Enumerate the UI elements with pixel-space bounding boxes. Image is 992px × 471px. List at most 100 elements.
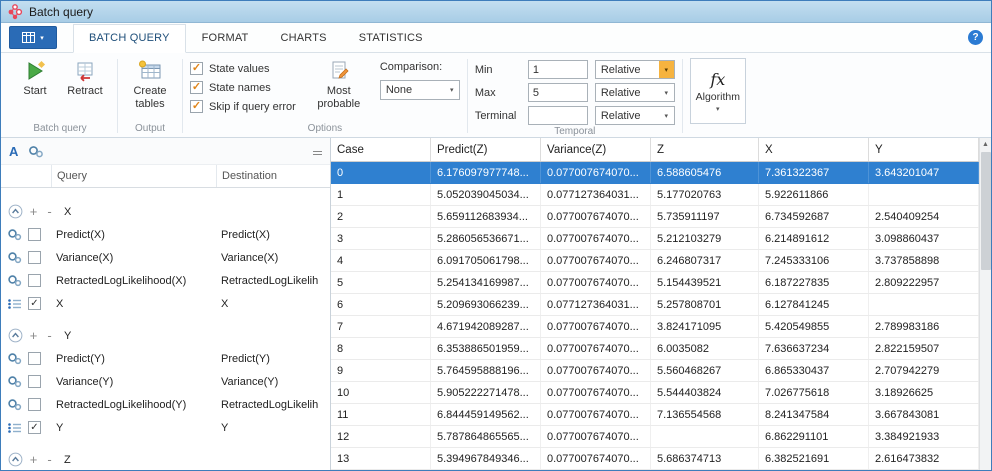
column-header-case[interactable]: Case bbox=[331, 138, 431, 161]
retract-button[interactable]: Retract bbox=[60, 55, 110, 98]
table-row[interactable]: 5 5.254134169987... 0.077007674070... 5.154… bbox=[331, 272, 979, 294]
remove-icon[interactable]: - bbox=[44, 328, 55, 343]
tab-batch-query[interactable]: BATCH QUERY bbox=[73, 24, 186, 53]
collapse-icon[interactable] bbox=[8, 452, 23, 467]
table-row[interactable]: 1 5.052039045034... 0.077127364031... 5.177… bbox=[331, 184, 979, 206]
table-cell: 2.707942279 bbox=[869, 360, 979, 381]
table-row[interactable]: 9 5.764595888196... 0.077007674070... 5.560… bbox=[331, 360, 979, 382]
query-row[interactable]: RetractedLogLikelihood(Y) RetractedLogLik… bbox=[1, 393, 330, 416]
chevron-down-icon[interactable]: ▾ bbox=[658, 61, 674, 78]
column-header-x[interactable]: X bbox=[759, 138, 869, 161]
help-icon[interactable]: ? bbox=[968, 30, 983, 45]
query-checkbox[interactable] bbox=[28, 352, 41, 365]
temporal-mode-select[interactable]: Relative ▾ bbox=[594, 106, 675, 125]
most-probable-button[interactable]: Most probable bbox=[314, 55, 364, 110]
app-menu-button[interactable]: ▾ bbox=[9, 26, 57, 49]
query-checkbox[interactable]: ✓ bbox=[28, 421, 41, 434]
option-checkbox-row[interactable]: ✓ Skip if query error bbox=[190, 100, 296, 113]
gears-icon[interactable] bbox=[28, 145, 44, 158]
scrollbar-thumb[interactable] bbox=[980, 152, 991, 270]
temporal-mode-select[interactable]: Relative ▾ bbox=[594, 83, 675, 102]
temporal-mode-select[interactable]: Relative ▾ bbox=[594, 60, 675, 79]
algorithm-button[interactable]: fx Algorithm ▾ bbox=[689, 58, 746, 124]
destination-column-header[interactable]: Destination bbox=[216, 165, 330, 187]
query-row[interactable]: Predict(X) Predict(X) bbox=[1, 223, 330, 246]
table-cell: 2.789983186 bbox=[869, 316, 979, 337]
table-row[interactable]: 7 4.671942089287... 0.077007674070... 3.824… bbox=[331, 316, 979, 338]
table-row[interactable]: 12 5.787864865565... 0.077007674070... 6.86… bbox=[331, 426, 979, 448]
table-cell: 3.098860437 bbox=[869, 228, 979, 249]
query-checkbox[interactable] bbox=[28, 274, 41, 287]
query-group-header[interactable]: + - X bbox=[1, 200, 330, 223]
create-tables-button[interactable]: Create tables bbox=[125, 55, 175, 110]
table-row[interactable]: 3 5.286056536671... 0.077007674070... 5.212… bbox=[331, 228, 979, 250]
remove-icon[interactable]: - bbox=[44, 204, 55, 219]
pin-icon[interactable] bbox=[313, 150, 322, 152]
column-header-z[interactable]: Z bbox=[651, 138, 759, 161]
query-row[interactable]: ✓ Y Y bbox=[1, 416, 330, 439]
font-style-icon[interactable]: A bbox=[9, 144, 18, 159]
add-icon[interactable]: + bbox=[28, 204, 39, 219]
scroll-up-icon[interactable]: ▲ bbox=[980, 138, 991, 151]
vertical-scrollbar[interactable]: ▲ bbox=[979, 138, 991, 470]
table-cell: 6.176097977748... bbox=[431, 162, 541, 183]
table-cell: 1 bbox=[331, 184, 431, 205]
table-row[interactable]: 4 6.091705061798... 0.077007674070... 6.246… bbox=[331, 250, 979, 272]
checkbox-icon[interactable]: ✓ bbox=[190, 100, 203, 113]
query-row[interactable]: Predict(Y) Predict(Y) bbox=[1, 347, 330, 370]
checkbox-icon[interactable]: ✓ bbox=[190, 62, 203, 75]
table-row[interactable]: 10 5.905222271478... 0.077007674070... 5.54… bbox=[331, 382, 979, 404]
query-column-header[interactable]: Query bbox=[51, 165, 216, 187]
table-row[interactable]: 6 5.209693066239... 0.077127364031... 5.257… bbox=[331, 294, 979, 316]
table-cell: 4 bbox=[331, 250, 431, 271]
checkbox-icon[interactable]: ✓ bbox=[190, 81, 203, 94]
query-row[interactable]: RetractedLogLikelihood(X) RetractedLogLik… bbox=[1, 269, 330, 292]
table-cell: 0.077007674070... bbox=[541, 382, 651, 403]
app-logo-icon bbox=[7, 3, 23, 20]
column-header-variancez[interactable]: Variance(Z) bbox=[541, 138, 651, 161]
chevron-down-icon[interactable]: ▾ bbox=[659, 84, 674, 101]
query-checkbox[interactable] bbox=[28, 251, 41, 264]
table-cell: 5.257808701 bbox=[651, 294, 759, 315]
option-checkbox-row[interactable]: ✓ State values bbox=[190, 62, 296, 75]
add-icon[interactable]: + bbox=[28, 452, 39, 467]
table-row[interactable]: 8 6.353886501959... 0.077007674070... 6.003… bbox=[331, 338, 979, 360]
chevron-down-icon[interactable]: ▾ bbox=[659, 107, 674, 124]
group-separator bbox=[117, 59, 118, 133]
table-row[interactable]: 2 5.659112683934... 0.077007674070... 5.735… bbox=[331, 206, 979, 228]
column-header-y[interactable]: Y bbox=[869, 138, 979, 161]
remove-icon[interactable]: - bbox=[44, 452, 55, 467]
temporal-label: Min bbox=[474, 63, 493, 76]
query-checkbox[interactable] bbox=[28, 398, 41, 411]
table-cell: 7 bbox=[331, 316, 431, 337]
temporal-input[interactable]: 5 bbox=[527, 83, 588, 102]
main-area: A Query Destination + - X Predict(X) Predict… bbox=[1, 138, 991, 470]
query-checkbox[interactable]: ✓ bbox=[28, 297, 41, 310]
query-row[interactable]: Variance(X) Variance(X) bbox=[1, 246, 330, 269]
query-row[interactable]: ✓ X X bbox=[1, 292, 330, 315]
option-checkbox-row[interactable]: ✓ State names bbox=[190, 81, 296, 94]
query-checkbox[interactable] bbox=[28, 228, 41, 241]
table-cell: 7.245333106 bbox=[759, 250, 869, 271]
collapse-icon[interactable] bbox=[8, 328, 23, 343]
tab-format[interactable]: FORMAT bbox=[186, 24, 265, 53]
start-button[interactable]: Start bbox=[10, 55, 60, 98]
table-cell: 3.737858898 bbox=[869, 250, 979, 271]
query-group-header[interactable]: + - Y bbox=[1, 324, 330, 347]
comparison-select[interactable]: None ▾ bbox=[379, 80, 460, 100]
group-separator bbox=[182, 59, 183, 133]
collapse-icon[interactable] bbox=[8, 204, 23, 219]
query-group-header[interactable]: + - Z bbox=[1, 448, 330, 470]
tab-statistics[interactable]: STATISTICS bbox=[343, 24, 439, 53]
table-cell: 6.844459149562... bbox=[431, 404, 541, 425]
column-header-predictz[interactable]: Predict(Z) bbox=[431, 138, 541, 161]
table-row[interactable]: 13 5.394967849346... 0.077007674070... 5.68… bbox=[331, 448, 979, 470]
query-checkbox[interactable] bbox=[28, 375, 41, 388]
temporal-input[interactable]: 1 bbox=[527, 60, 588, 79]
table-row[interactable]: 0 6.176097977748... 0.077007674070... 6.588… bbox=[331, 162, 979, 184]
temporal-input[interactable] bbox=[527, 106, 588, 125]
table-row[interactable]: 11 6.844459149562... 0.077007674070... 7.13… bbox=[331, 404, 979, 426]
query-row[interactable]: Variance(Y) Variance(Y) bbox=[1, 370, 330, 393]
tab-charts[interactable]: CHARTS bbox=[264, 24, 342, 53]
add-icon[interactable]: + bbox=[28, 328, 39, 343]
